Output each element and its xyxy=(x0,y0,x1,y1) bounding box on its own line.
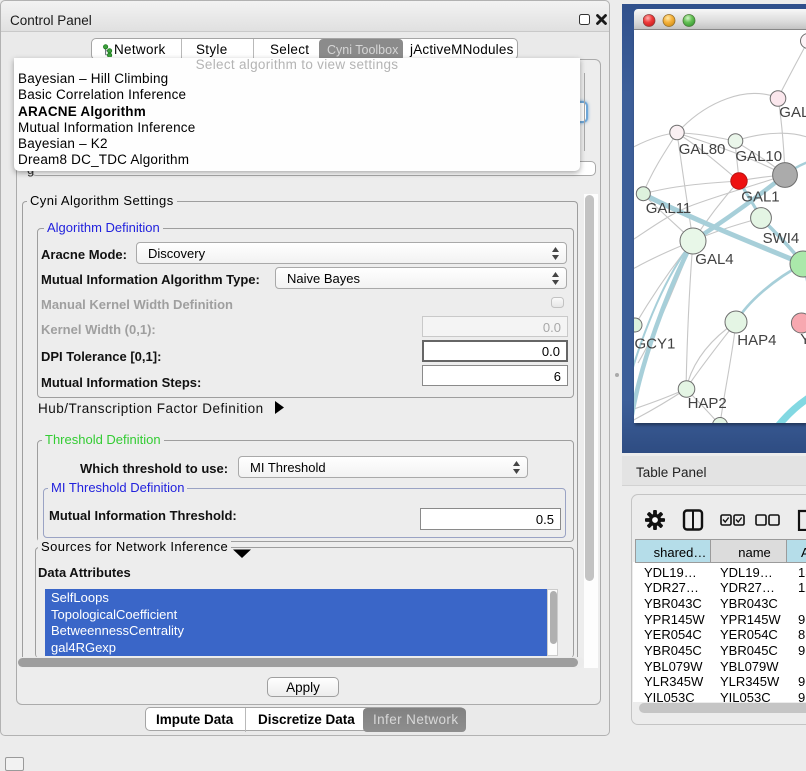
svg-text:GAL4: GAL4 xyxy=(695,251,733,268)
svg-text:HAP2: HAP2 xyxy=(688,395,727,412)
svg-text:GCY1: GCY1 xyxy=(635,336,676,353)
svg-text:SWI4: SWI4 xyxy=(763,230,800,247)
svg-text:GAL1: GAL1 xyxy=(741,189,779,206)
svg-text:GAL: GAL xyxy=(779,104,806,121)
svg-text:HAP4: HAP4 xyxy=(737,332,776,349)
svg-text:GAL10: GAL10 xyxy=(735,148,782,165)
svg-text:GAL11: GAL11 xyxy=(646,200,692,217)
svg-text:GAL80: GAL80 xyxy=(679,141,726,158)
svg-text:Y: Y xyxy=(800,331,806,348)
